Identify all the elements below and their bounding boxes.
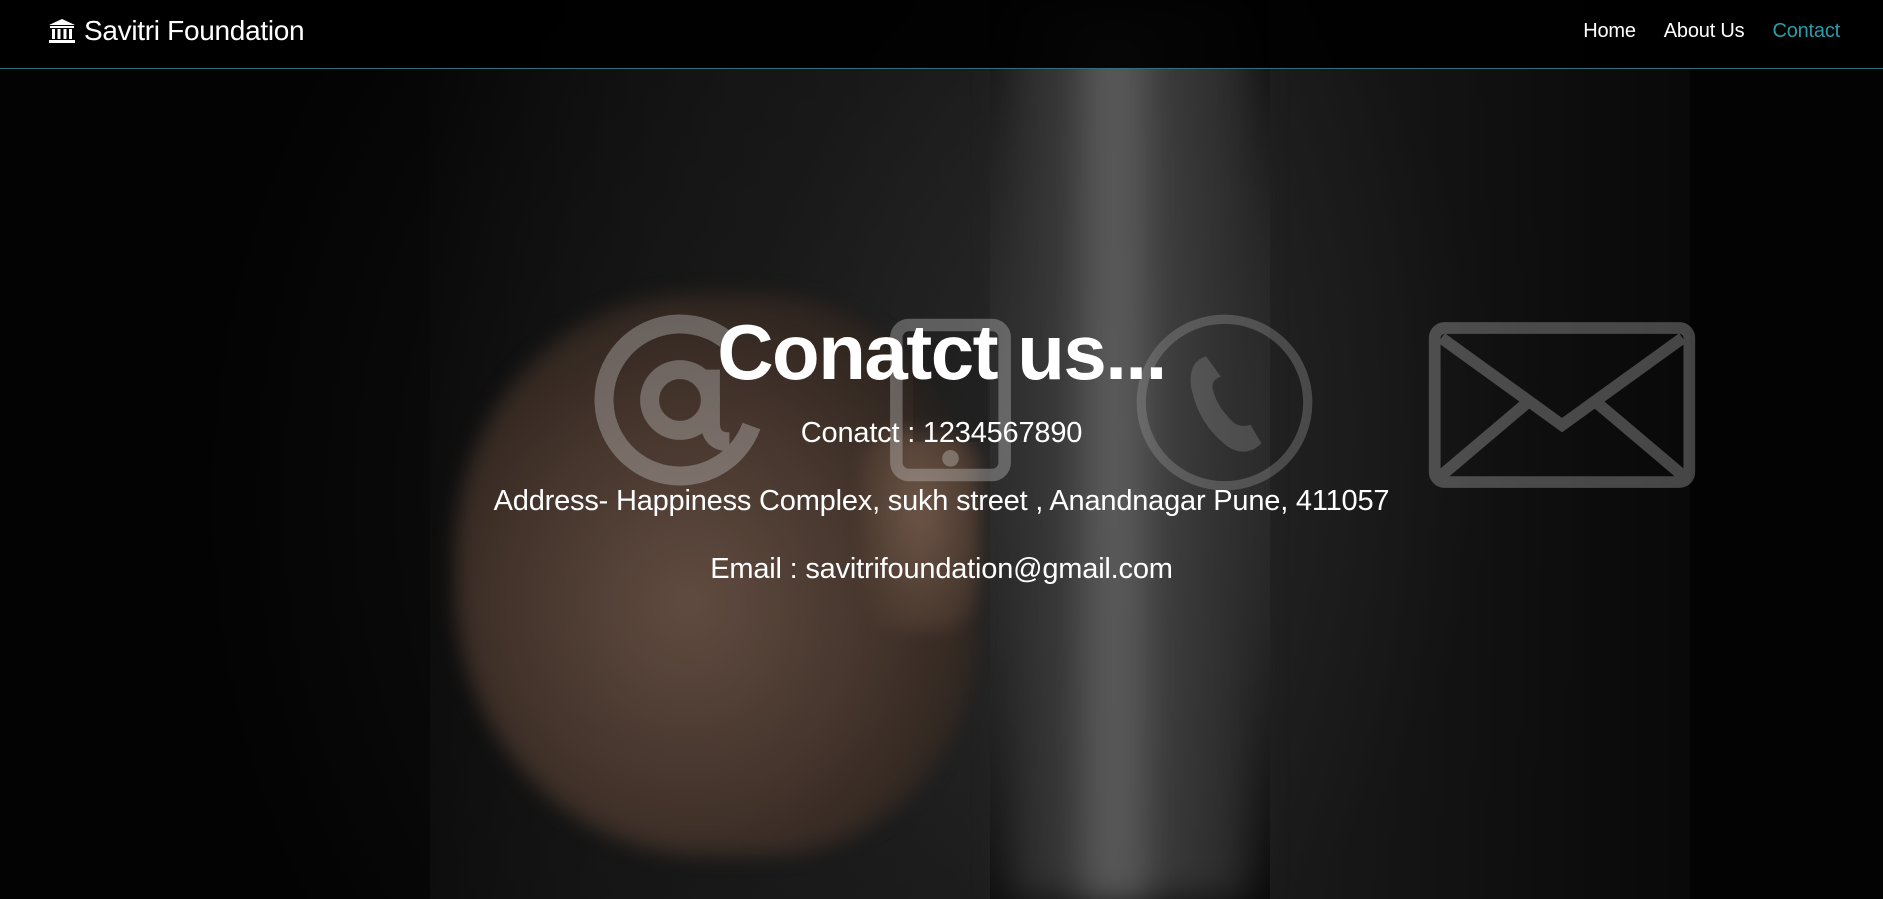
institution-icon [49,19,75,43]
nav-item-about-us[interactable]: About Us [1664,20,1745,43]
contact-hero: Conatct us... Conatct : 1234567890 Addre… [0,300,1883,586]
contact-phone: Conatct : 1234567890 [800,417,1083,449]
contact-address: Address- Happiness Complex, sukh street … [493,485,1390,517]
brand-link[interactable]: Savitri Foundation [48,0,305,62]
main-nav: Home About Us Contact [1583,0,1840,62]
brand-name: Savitri Foundation [84,15,305,46]
nav-item-contact[interactable]: Contact [1772,20,1840,43]
page-title: Conatct us... [717,308,1167,396]
contact-page: Savitri Foundation Home About Us Contact… [0,0,1883,899]
nav-item-home[interactable]: Home [1583,20,1636,43]
contact-email: Email : savitrifoundation@gmail.com [710,553,1173,585]
top-navbar: Savitri Foundation Home About Us Contact [0,0,1883,69]
